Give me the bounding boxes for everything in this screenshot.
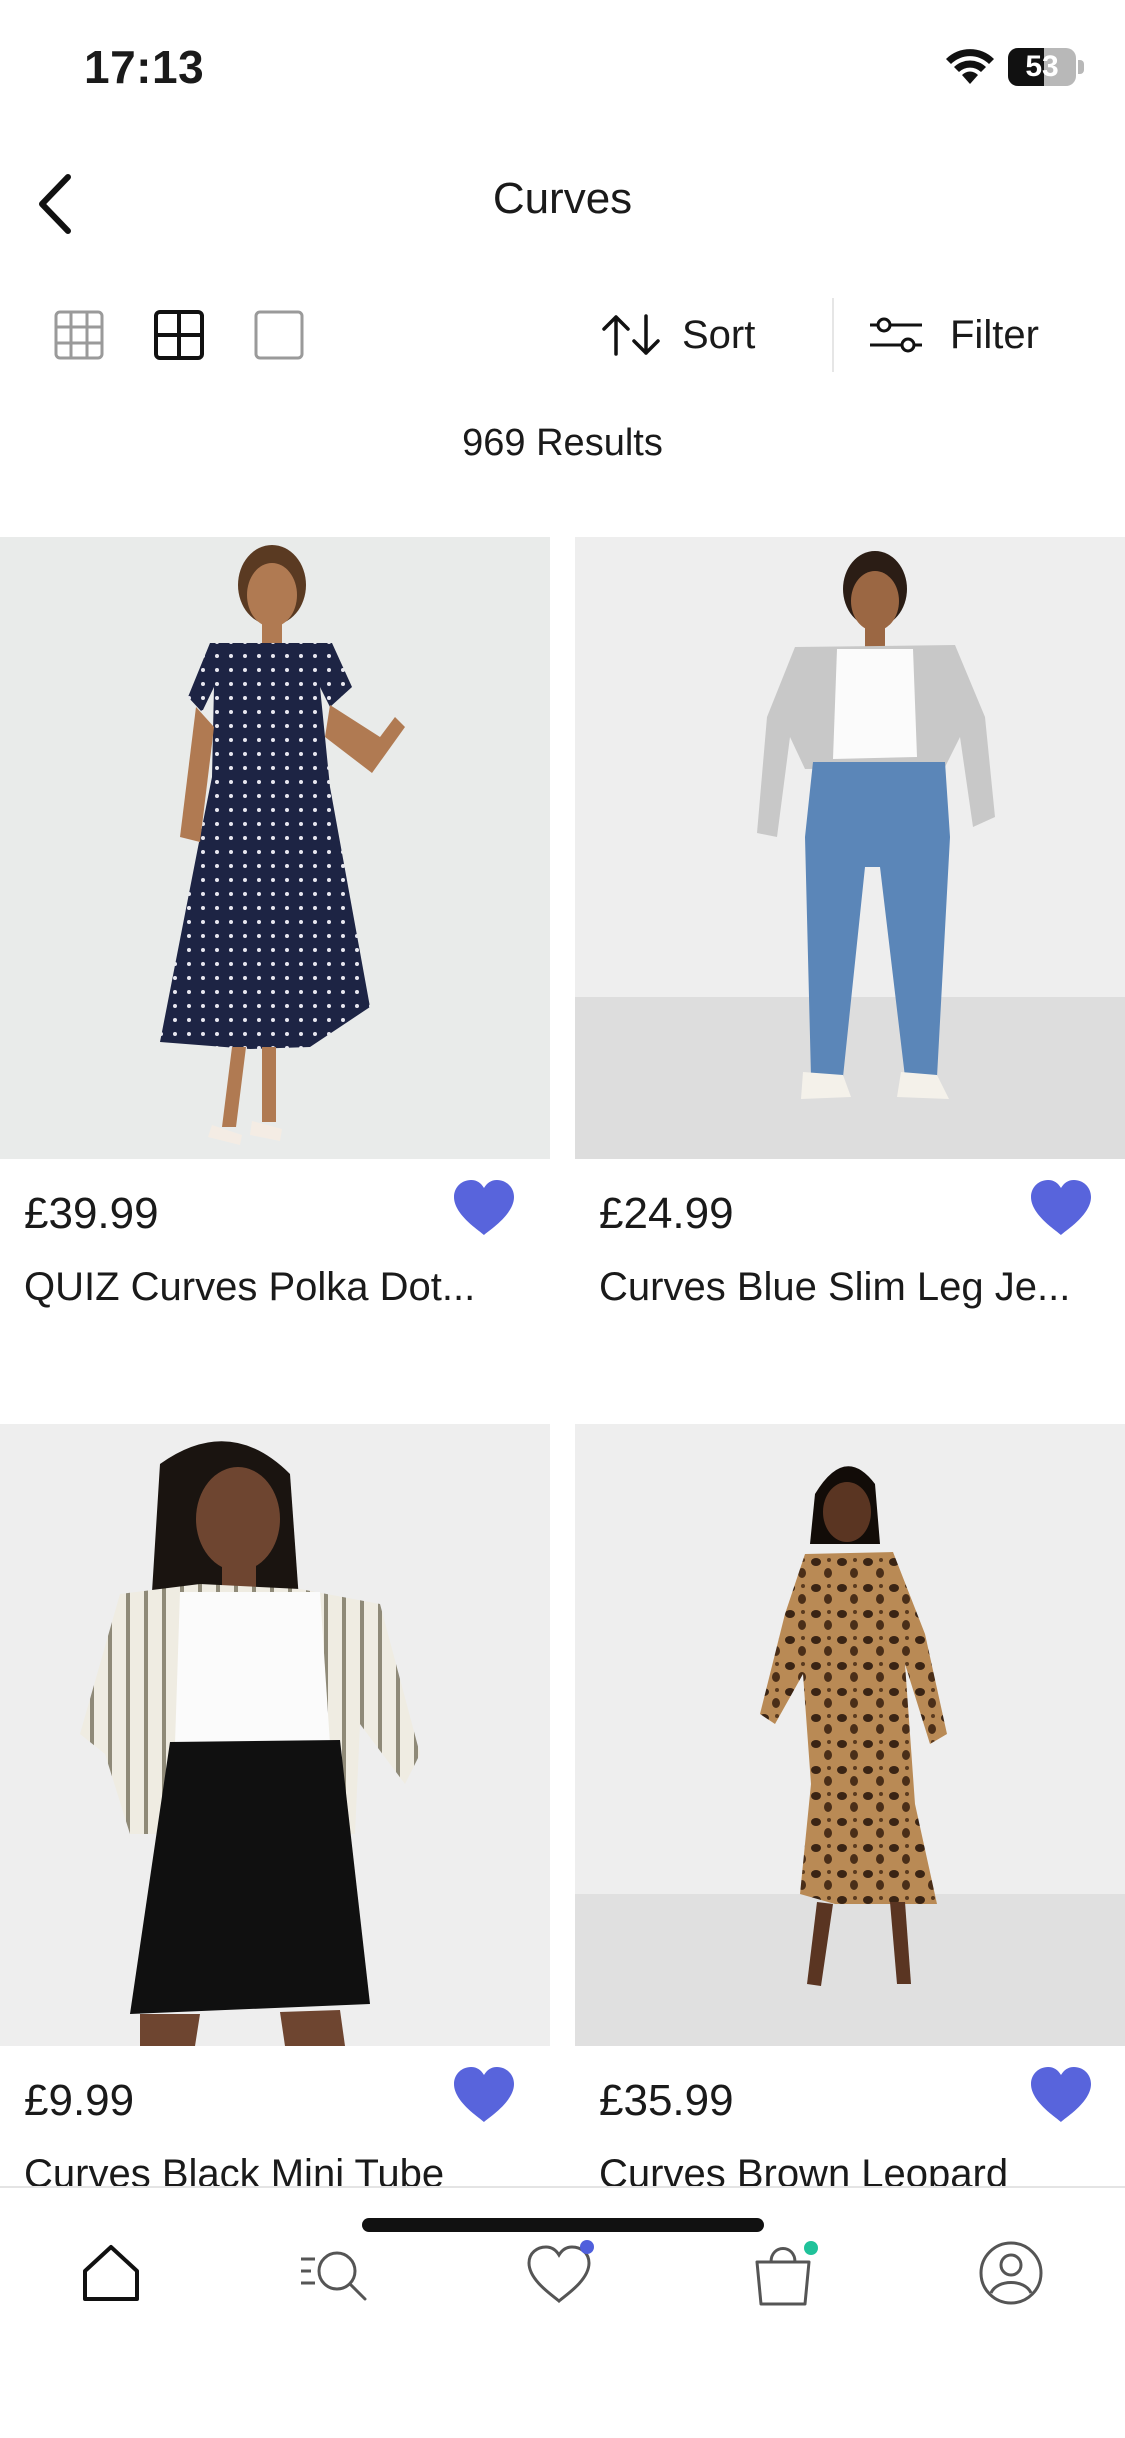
tab-home[interactable] — [66, 2228, 156, 2318]
battery-indicator: 53 — [1008, 48, 1076, 86]
header: Curves — [0, 150, 1125, 260]
battery-nub — [1078, 60, 1084, 74]
tab-search[interactable] — [290, 2228, 380, 2318]
single-view-button[interactable] — [252, 308, 306, 362]
heart-icon — [527, 2240, 594, 2304]
product-price: £24.99 — [599, 1189, 734, 1238]
favorite-heart-icon[interactable] — [1027, 1177, 1095, 1239]
grid-3-view-button[interactable] — [52, 308, 106, 362]
product-price: £9.99 — [24, 2076, 135, 2125]
product-image[interactable] — [575, 1424, 1125, 2046]
favorite-heart-icon[interactable] — [450, 1177, 518, 1239]
product-photo-polka-dress — [0, 537, 550, 1159]
product-photo-leopard-dress — [575, 1424, 1125, 2046]
search-icon — [301, 2251, 367, 2301]
filter-button[interactable]: Filter — [868, 300, 1039, 370]
product-photo-slim-jeans — [575, 537, 1125, 1159]
filter-sliders-icon — [870, 317, 922, 353]
status-time: 17:13 — [84, 41, 205, 93]
status-bar: 17:13 53 — [0, 0, 1125, 140]
notification-badge — [804, 2241, 818, 2255]
product-price: £35.99 — [599, 2076, 734, 2125]
profile-icon — [979, 2241, 1043, 2305]
product-price: £39.99 — [24, 1189, 159, 1238]
toolbar: Sort Filter — [0, 290, 1125, 380]
product-name[interactable]: Curves Blue Slim Leg Je... — [599, 1265, 1079, 1310]
home-indicator[interactable] — [362, 2218, 764, 2232]
sort-label: Sort — [682, 312, 756, 357]
sort-arrows-icon — [602, 314, 660, 356]
product-image[interactable] — [0, 1424, 550, 2046]
grid-2-icon — [154, 310, 204, 360]
home-icon — [83, 2245, 139, 2301]
toolbar-divider — [832, 298, 834, 372]
product-photo-mini-tube-skirt — [0, 1424, 550, 2046]
grid-2-view-button[interactable] — [152, 308, 206, 362]
favorite-heart-icon[interactable] — [1027, 2064, 1095, 2126]
product-name[interactable]: QUIZ Curves Polka Dot... — [24, 1265, 504, 1310]
results-count: 969 Results — [462, 422, 663, 464]
tab-favourites[interactable] — [516, 2228, 606, 2318]
grid-3-icon — [54, 310, 104, 360]
filter-label: Filter — [950, 312, 1039, 357]
single-square-icon — [254, 310, 304, 360]
wifi-icon — [946, 49, 994, 84]
product-image[interactable] — [0, 537, 550, 1159]
battery-level: 53 — [1025, 50, 1059, 83]
product-image[interactable] — [575, 537, 1125, 1159]
favorite-heart-icon[interactable] — [450, 2064, 518, 2126]
page-title: Curves — [492, 174, 633, 223]
tab-account[interactable] — [966, 2228, 1056, 2318]
tab-bag[interactable] — [740, 2228, 830, 2318]
notification-badge — [580, 2240, 594, 2254]
bag-icon — [755, 2241, 818, 2306]
sort-button[interactable]: Sort — [600, 300, 755, 370]
